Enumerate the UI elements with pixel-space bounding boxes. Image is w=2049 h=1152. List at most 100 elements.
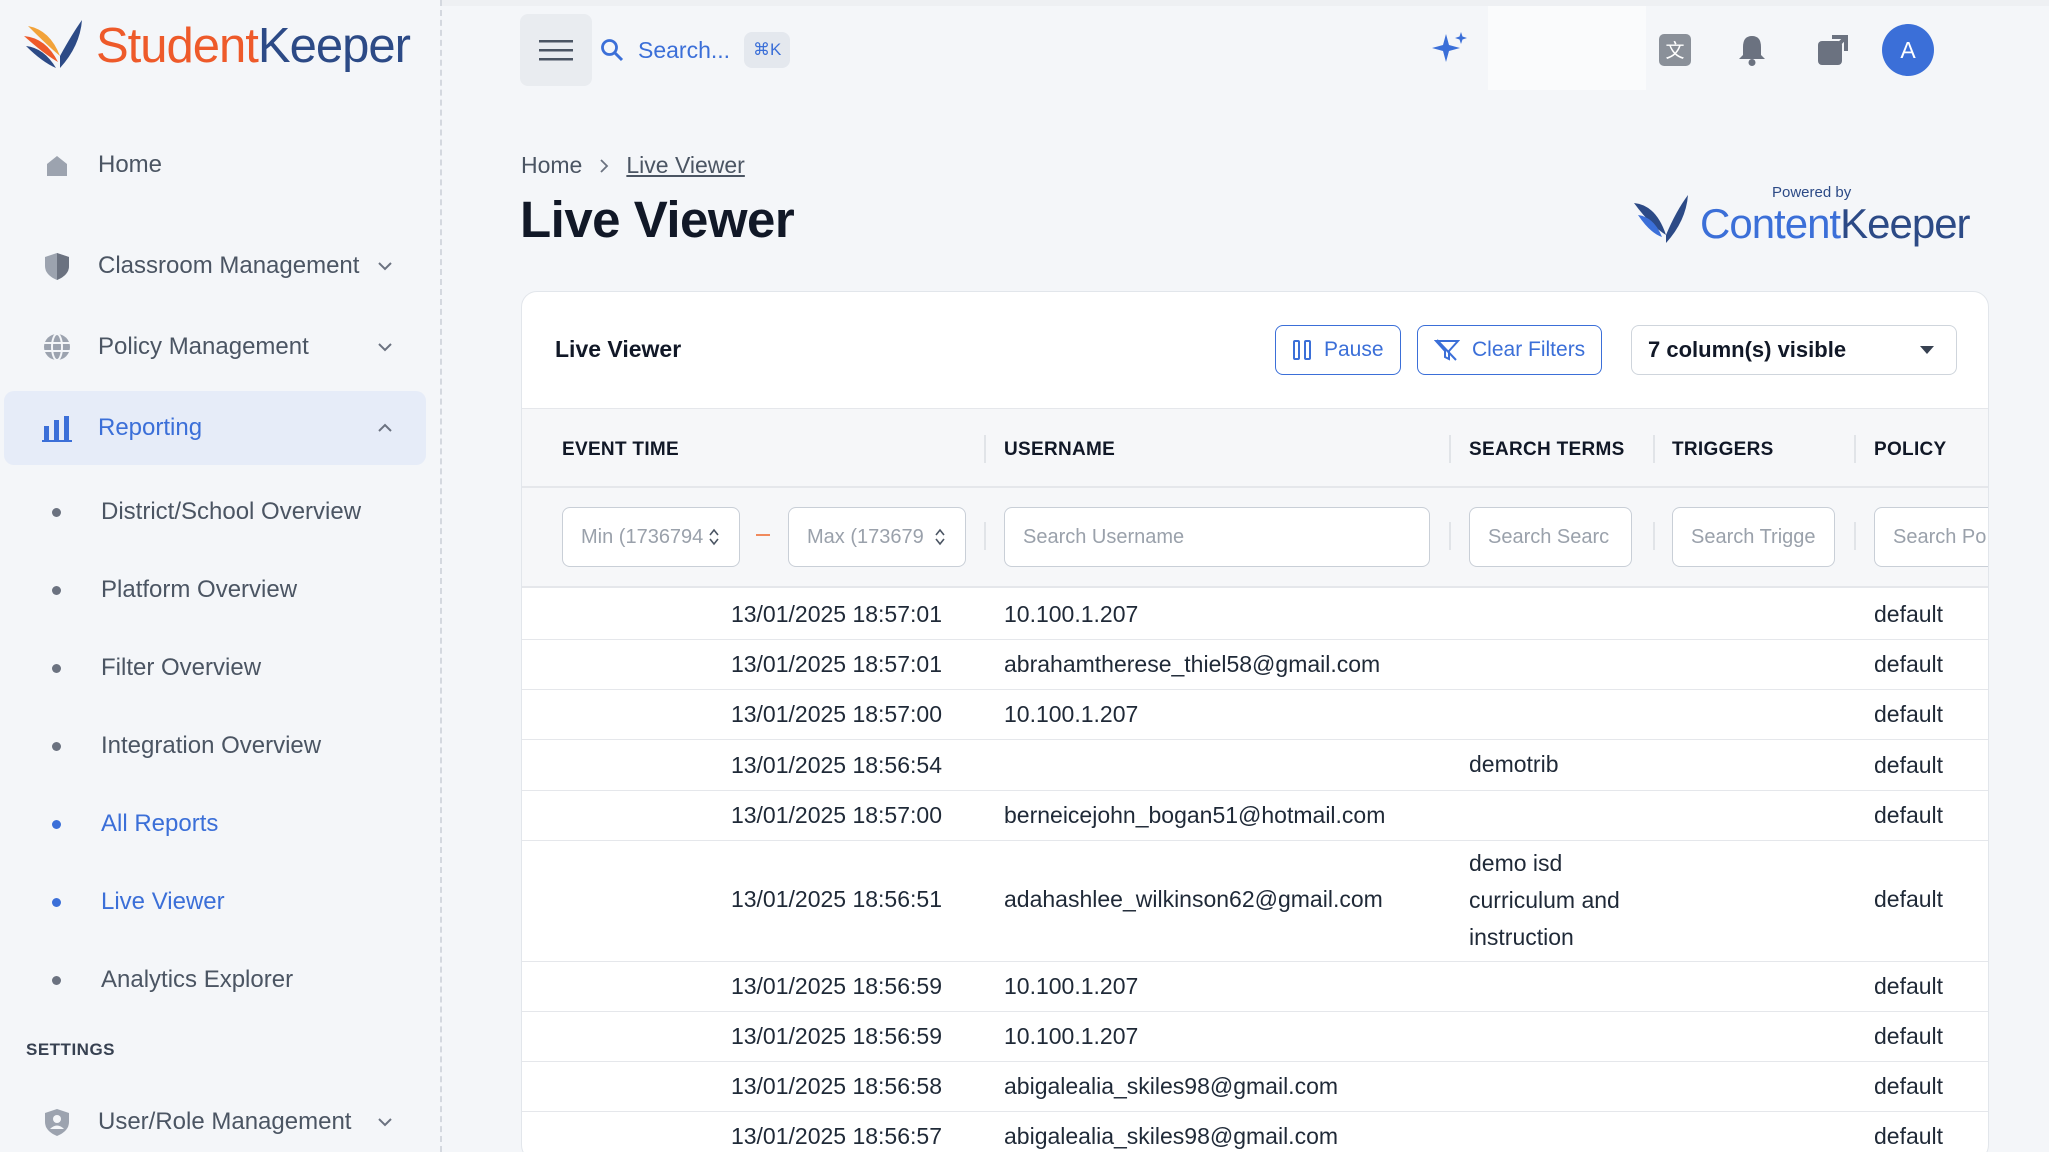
cell-event-time: 13/01/2025 18:56:51	[730, 886, 942, 912]
bullet-icon	[52, 975, 61, 985]
user-avatar[interactable]: A	[1882, 24, 1934, 76]
sidebar-subitem-district-school-overview[interactable]: District/School Overview	[0, 482, 440, 542]
column-divider[interactable]	[1449, 435, 1451, 463]
sidebar-subitem-label: District/School Overview	[101, 498, 362, 525]
globe-icon	[40, 330, 74, 364]
cell-policy: default	[1874, 973, 1944, 999]
global-search[interactable]: Search... ⌘K	[600, 26, 791, 74]
table-row[interactable]: 13/01/2025 18:57:01 abrahamtherese_thiel…	[522, 640, 1988, 690]
table-row[interactable]: 13/01/2025 18:56:59 10.100.1.207 default	[522, 1012, 1988, 1062]
powered-by-label: Powered by	[1772, 184, 1852, 201]
column-header-policy[interactable]: POLICY	[1874, 439, 1947, 461]
cell-search-terms: demotrib	[1469, 751, 1559, 777]
username-filter-input[interactable]: Search Username	[1004, 507, 1430, 567]
table-row[interactable]: 13/01/2025 18:56:58 abigalealia_skiles98…	[522, 1062, 1988, 1112]
bullet-icon	[52, 585, 61, 595]
shield-icon	[40, 249, 74, 283]
search-terms-filter-input[interactable]: Search Searc	[1469, 507, 1632, 567]
sidebar-item-classroom-management[interactable]: Classroom Management	[4, 229, 426, 303]
spinner-arrows-icon[interactable]	[709, 528, 719, 546]
cell-event-time: 13/01/2025 18:56:59	[730, 1023, 942, 1049]
translate-button[interactable]: 文	[1655, 30, 1695, 70]
cell-policy: default	[1874, 886, 1944, 912]
table-row[interactable]: 13/01/2025 18:57:00 10.100.1.207 default	[522, 690, 1988, 740]
event-time-min-placeholder: Min (1736794	[581, 525, 704, 548]
shortcut-badge: ⌘K	[744, 32, 791, 68]
triggers-filter-placeholder: Search Trigge	[1691, 525, 1816, 548]
sidebar-item-label: Classroom Management	[98, 252, 360, 279]
open-external-button[interactable]	[1813, 30, 1853, 70]
cell-event-time: 13/01/2025 18:57:00	[730, 802, 942, 828]
cell-policy: default	[1874, 802, 1944, 828]
chevron-down-icon	[378, 343, 392, 352]
bullet-icon	[52, 897, 61, 907]
bell-icon	[1739, 36, 1765, 66]
sidebar-subitem-all-reports[interactable]: All Reports	[0, 794, 440, 854]
chevron-up-icon	[378, 423, 392, 432]
chevron-down-icon	[378, 262, 392, 271]
column-header-search-terms[interactable]: SEARCH TERMS	[1469, 439, 1625, 461]
table-row[interactable]: 13/01/2025 18:56:51 adahashlee_wilkinson…	[522, 841, 1988, 962]
column-header-event-time[interactable]: EVENT TIME	[562, 439, 679, 461]
event-time-max-placeholder: Max (173679	[807, 525, 924, 548]
search-placeholder: Search...	[638, 36, 731, 63]
sidebar-subitem-integration-overview[interactable]: Integration Overview	[0, 716, 440, 776]
cell-username: abigalealia_skiles98@gmail.com	[1004, 1123, 1339, 1149]
notifications-button[interactable]	[1732, 30, 1772, 70]
sidebar-subitem-label: All Reports	[101, 810, 219, 837]
sidebar-subitem-label: Filter Overview	[101, 654, 262, 681]
table-row[interactable]: 13/01/2025 18:56:57 abigalealia_skiles98…	[522, 1112, 1988, 1152]
column-header-username[interactable]: USERNAME	[1004, 439, 1115, 461]
cell-event-time: 13/01/2025 18:56:58	[730, 1073, 942, 1099]
breadcrumb: Home Live Viewer	[521, 152, 745, 179]
cell-username: 10.100.1.207	[1004, 973, 1139, 999]
pause-label: Pause	[1324, 338, 1384, 361]
column-divider[interactable]	[1653, 435, 1655, 463]
sidebar-item-user-role-management[interactable]: User/Role Management	[4, 1085, 426, 1152]
event-time-max-input[interactable]: Max (173679	[788, 507, 966, 567]
event-time-min-input[interactable]: Min (1736794	[562, 507, 740, 567]
breadcrumb-current[interactable]: Live Viewer	[626, 152, 744, 179]
sidebar-item-home[interactable]: Home	[4, 128, 426, 202]
sidebar-item-policy-management[interactable]: Policy Management	[4, 310, 426, 384]
sidebar-subitem-analytics-explorer[interactable]: Analytics Explorer	[0, 950, 440, 1010]
cell-policy: default	[1874, 1073, 1944, 1099]
cell-username: berneicejohn_bogan51@hotmail.com	[1004, 802, 1386, 828]
table-row[interactable]: 13/01/2025 18:57:00 berneicejohn_bogan51…	[522, 791, 1988, 841]
column-divider	[984, 522, 986, 550]
table-row[interactable]: 13/01/2025 18:56:54 demotrib default	[522, 740, 1988, 791]
sidebar-subitem-label: Platform Overview	[101, 576, 298, 603]
cell-event-time: 13/01/2025 18:57:01	[730, 651, 942, 677]
hamburger-icon	[539, 40, 573, 61]
search-icon	[601, 39, 624, 62]
caret-down-icon	[1920, 346, 1934, 354]
menu-toggle-button[interactable]	[520, 14, 592, 86]
sidebar-item-reporting[interactable]: Reporting	[4, 391, 426, 465]
column-divider	[1854, 522, 1856, 550]
column-divider[interactable]	[984, 435, 986, 463]
table-row[interactable]: 13/01/2025 18:57:01 10.100.1.207 default	[522, 590, 1988, 640]
studentkeeper-logo[interactable]: StudentKeeper	[20, 16, 411, 76]
triggers-filter-input[interactable]: Search Trigge	[1672, 507, 1835, 567]
column-divider	[1653, 522, 1655, 550]
cell-event-time: 13/01/2025 18:57:00	[730, 701, 942, 727]
policy-filter-input[interactable]: Search Po	[1874, 507, 1988, 567]
table-row[interactable]: 13/01/2025 18:56:59 10.100.1.207 default	[522, 962, 1988, 1012]
bullet-icon	[52, 507, 61, 517]
bullet-icon	[52, 819, 61, 829]
ai-sparkle-icon[interactable]	[1428, 28, 1472, 72]
column-header-triggers[interactable]: TRIGGERS	[1672, 439, 1774, 461]
column-visibility-select[interactable]: 7 column(s) visible	[1631, 325, 1957, 375]
contentkeeper-wordmark: ContentKeeper	[1700, 200, 1971, 247]
pause-button[interactable]: Pause	[1275, 325, 1401, 375]
clear-filters-button[interactable]: Clear Filters	[1417, 325, 1603, 375]
sidebar-subitem-live-viewer[interactable]: Live Viewer	[0, 872, 440, 932]
logo-wordmark: StudentKeeper	[96, 18, 411, 73]
column-divider[interactable]	[1854, 435, 1856, 463]
spinner-arrows-icon[interactable]	[935, 528, 945, 546]
sidebar-subitem-filter-overview[interactable]: Filter Overview	[0, 638, 440, 698]
card-title: Live Viewer	[555, 336, 682, 362]
sidebar-subitem-platform-overview[interactable]: Platform Overview	[0, 560, 440, 620]
external-link-icon	[1818, 35, 1848, 65]
breadcrumb-home[interactable]: Home	[521, 152, 582, 179]
